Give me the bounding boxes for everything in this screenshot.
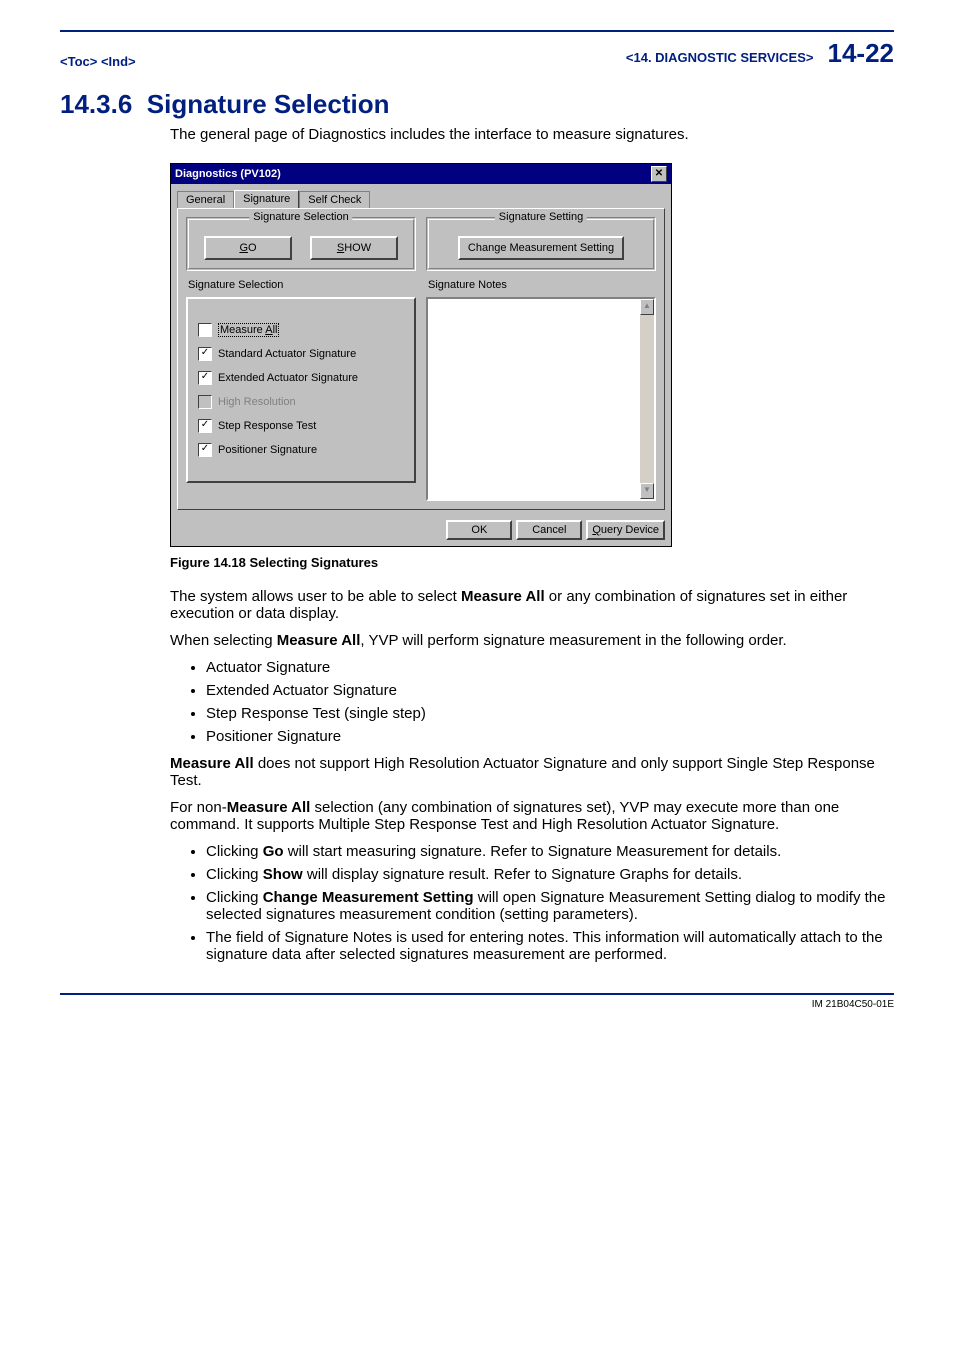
positioner-signature-checkbox[interactable]: ✓ xyxy=(198,443,212,457)
list-item: Positioner Signature xyxy=(206,728,894,745)
scroll-up-icon[interactable]: ▲ xyxy=(640,299,654,315)
positioner-signature-label: Positioner Signature xyxy=(218,444,317,456)
list-item: The field of Signature Notes is used for… xyxy=(206,929,894,963)
ind-link[interactable]: <Ind> xyxy=(101,54,136,69)
signature-notes-label: Signature Notes xyxy=(428,279,656,291)
list-item: Step Response Test (single step) xyxy=(206,705,894,722)
cancel-button[interactable]: Cancel xyxy=(516,520,582,540)
step-response-checkbox[interactable]: ✓ xyxy=(198,419,212,433)
section-heading: 14.3.6 Signature Selection xyxy=(60,89,894,120)
show-button[interactable]: SHOW xyxy=(310,236,398,260)
dialog-title: Diagnostics (PV102) xyxy=(175,168,281,180)
list-item: Clicking Go will start measuring signatu… xyxy=(206,843,894,860)
body-content: The system allows user to be able to sel… xyxy=(170,588,894,963)
figure-caption: Figure 14.18 Selecting Signatures xyxy=(170,555,894,570)
standard-actuator-label: Standard Actuator Signature xyxy=(218,348,356,360)
list-item: Clicking Show will display signature res… xyxy=(206,866,894,883)
footer: IM 21B04C50-01E xyxy=(60,993,894,1010)
tab-signature[interactable]: Signature xyxy=(234,190,299,208)
measure-all-checkbox[interactable] xyxy=(198,323,212,337)
list-item: Clicking Change Measurement Setting will… xyxy=(206,889,894,923)
change-measurement-setting-button[interactable]: Change Measurement Setting xyxy=(458,236,624,260)
document-id: IM 21B04C50-01E xyxy=(812,999,894,1010)
tab-selfcheck[interactable]: Self Check xyxy=(299,191,370,209)
chapter-label: <14. DIAGNOSTIC SERVICES> xyxy=(626,50,814,65)
query-device-button[interactable]: Query Device xyxy=(586,520,665,540)
high-resolution-checkbox xyxy=(198,395,212,409)
standard-actuator-checkbox[interactable]: ✓ xyxy=(198,347,212,361)
signature-selection-group: Signature Selection GO SHOW xyxy=(186,217,416,271)
signature-checkbox-panel: Measure All ✓ Standard Actuator Signatur… xyxy=(186,297,416,483)
extended-actuator-checkbox[interactable]: ✓ xyxy=(198,371,212,385)
go-button[interactable]: GO xyxy=(204,236,292,260)
list-item: Actuator Signature xyxy=(206,659,894,676)
scroll-down-icon[interactable]: ▼ xyxy=(640,483,654,499)
step-response-label: Step Response Test xyxy=(218,420,316,432)
page-header: <Toc> <Ind> <14. DIAGNOSTIC SERVICES> 14… xyxy=(60,30,894,69)
list-item: Extended Actuator Signature xyxy=(206,682,894,699)
intro-text: The general page of Diagnostics includes… xyxy=(170,126,894,143)
diagnostics-dialog: Diagnostics (PV102) ✕ General Signature … xyxy=(170,163,672,547)
tab-general[interactable]: General xyxy=(177,191,234,209)
extended-actuator-label: Extended Actuator Signature xyxy=(218,372,358,384)
page-number: 14-22 xyxy=(828,38,895,69)
notes-scrollbar[interactable]: ▲ ▼ xyxy=(640,299,654,499)
dialog-titlebar: Diagnostics (PV102) ✕ xyxy=(171,164,671,184)
high-resolution-label: High Resolution xyxy=(218,396,296,408)
signature-setting-group: Signature Setting Change Measurement Set… xyxy=(426,217,656,271)
ok-button[interactable]: OK xyxy=(446,520,512,540)
close-icon[interactable]: ✕ xyxy=(651,166,667,182)
measure-all-label: Measure All xyxy=(218,323,279,337)
signature-notes-textarea[interactable]: ▲ ▼ xyxy=(426,297,656,501)
signature-selection-label: Signature Selection xyxy=(188,279,416,291)
toc-link[interactable]: <Toc> xyxy=(60,54,97,69)
